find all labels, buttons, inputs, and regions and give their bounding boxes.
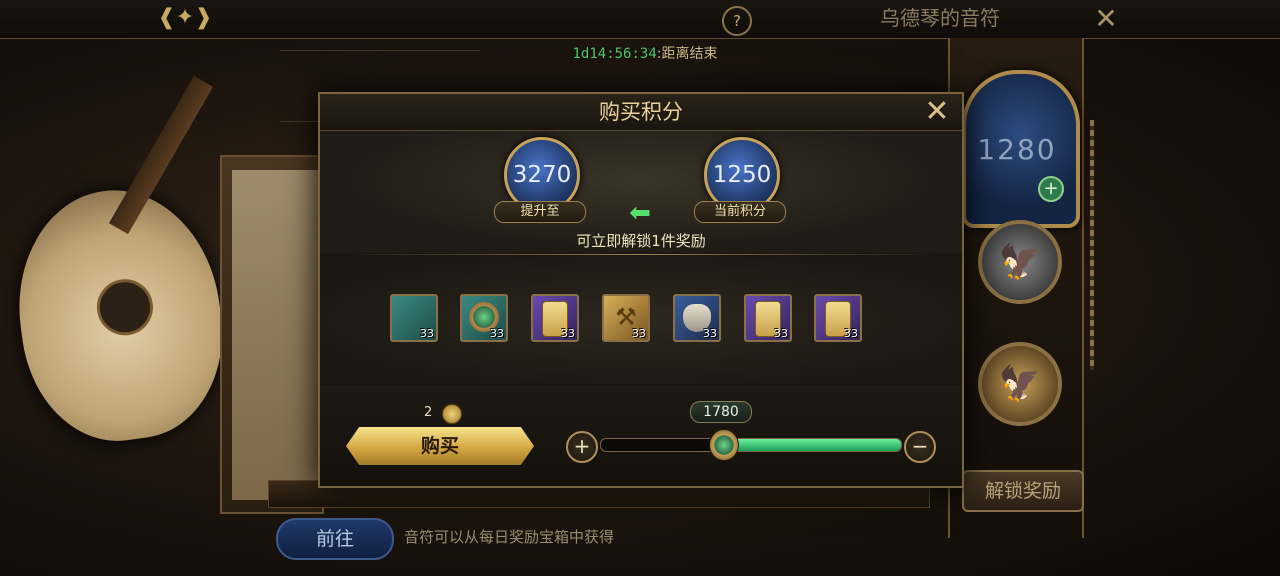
unlock-rewards-button[interactable]: 解锁奖励 xyxy=(962,470,1084,512)
buy-points-dialog: 购买积分 ✕ 3270 提升至 ⬅ 1250 当前积分 可立即解锁1件奖励 33… xyxy=(318,92,964,488)
goto-button[interactable]: 前往 xyxy=(276,518,394,560)
reward-item[interactable]: 33 xyxy=(673,294,721,342)
decrease-button[interactable]: − xyxy=(904,431,936,463)
arrow-left-icon: ⬅ xyxy=(629,198,651,228)
purchase-controls: 2 购买 1780 + − xyxy=(320,385,962,484)
reward-item[interactable]: 33 xyxy=(744,294,792,342)
reward-items-strip[interactable]: 33 33 33 ⚒ 33 33 33 33 xyxy=(320,256,962,384)
plus-icon: + xyxy=(1043,178,1059,199)
plus-icon: + xyxy=(573,434,591,458)
item-quantity: 33 xyxy=(774,327,788,340)
minus-icon: − xyxy=(911,434,929,458)
gold-eagle-badge[interactable]: 🦅 xyxy=(978,342,1062,426)
back-button[interactable]: ❰✦❱ xyxy=(140,2,230,34)
close-page-button[interactable]: ✕ xyxy=(1088,2,1124,36)
question-icon: ? xyxy=(733,12,741,30)
reward-item[interactable]: 33 xyxy=(814,294,862,342)
reward-item[interactable]: 33 xyxy=(460,294,508,342)
countdown-label: :距离结束 xyxy=(656,46,718,62)
event-countdown: 1d14:56:34:距离结束 xyxy=(520,44,770,64)
add-points-button[interactable]: + xyxy=(1038,176,1064,202)
increase-button[interactable]: + xyxy=(566,431,598,463)
eagle-icon: 🦅 xyxy=(998,242,1042,282)
side-points-value: 1280 xyxy=(977,133,1057,166)
item-quantity: 33 xyxy=(703,327,717,340)
eagle-icon: 🦅 xyxy=(998,364,1042,404)
points-slider-track[interactable] xyxy=(600,438,902,452)
page-title: 乌德琴的音符 xyxy=(880,6,1000,30)
target-points-value: 3270 xyxy=(512,162,572,188)
item-quantity: 33 xyxy=(490,327,504,340)
coin-icon xyxy=(442,404,462,424)
chain-decoration xyxy=(1090,120,1094,370)
dialog-title: 购买积分 xyxy=(599,100,683,124)
close-x-icon: ✕ xyxy=(924,94,950,129)
slider-fill xyxy=(724,439,901,451)
divider xyxy=(338,254,944,255)
item-quantity: 33 xyxy=(420,327,434,340)
notes-source-hint: 音符可以从每日奖励宝箱中获得 xyxy=(404,528,615,546)
target-points-label: 提升至 xyxy=(494,201,586,223)
item-quantity: 33 xyxy=(844,327,858,340)
unlock-count-text: 可立即解锁1件奖励 xyxy=(576,232,706,250)
back-arrow-icon: ❰✦❱ xyxy=(157,5,213,30)
current-points-value: 1250 xyxy=(712,162,772,188)
close-x-icon: ✕ xyxy=(1094,2,1118,35)
buy-button[interactable]: 购买 xyxy=(346,427,534,465)
help-button[interactable]: ? xyxy=(722,6,752,36)
countdown-time: 1d14:56:34 xyxy=(572,46,657,62)
board-paper xyxy=(232,170,322,500)
reward-item[interactable]: 33 xyxy=(531,294,579,342)
reward-item[interactable]: ⚒ 33 xyxy=(602,294,650,342)
slider-value-badge: 1780 xyxy=(690,401,752,423)
item-quantity: 33 xyxy=(632,327,646,340)
top-bar: ❰✦❱ ? 乌德琴的音符 ✕ xyxy=(0,0,1280,39)
current-points-label: 当前积分 xyxy=(694,201,786,223)
silver-eagle-badge[interactable]: 🦅 xyxy=(978,220,1062,304)
dialog-header: 购买积分 ✕ xyxy=(320,94,962,131)
reward-item[interactable]: 33 xyxy=(390,294,438,342)
slider-handle[interactable] xyxy=(709,429,739,461)
lute-sound-hole xyxy=(93,275,157,339)
dialog-close-button[interactable]: ✕ xyxy=(920,96,954,128)
item-quantity: 33 xyxy=(561,327,575,340)
